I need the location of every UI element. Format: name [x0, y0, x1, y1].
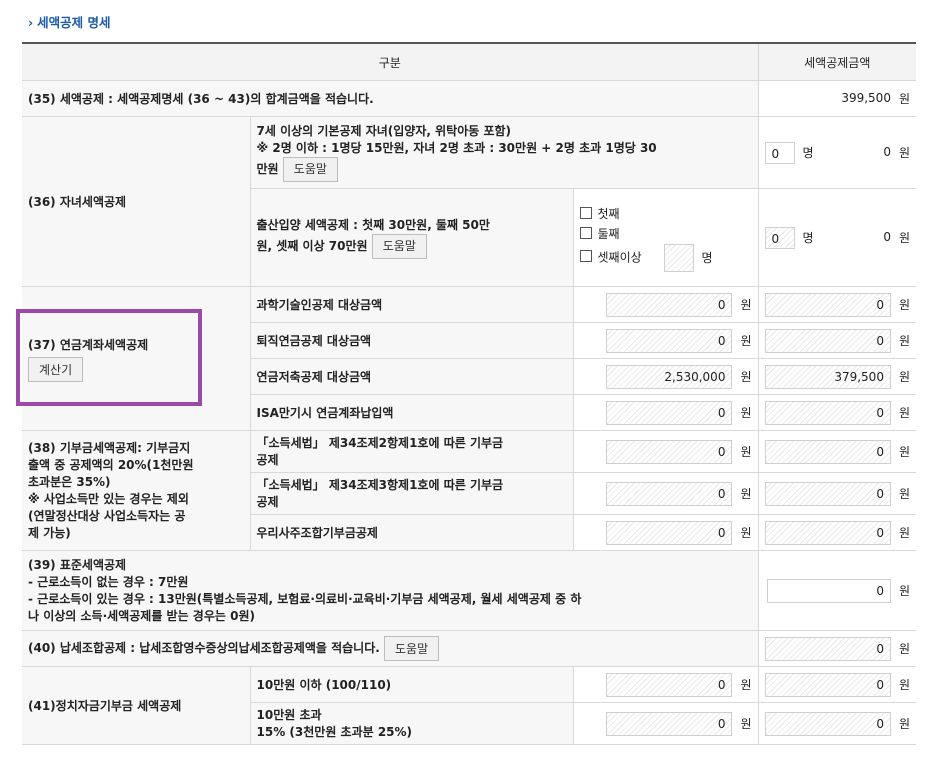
credit-amount-field: 0 [764, 328, 891, 353]
row35-label: (35) 세액공제 : 세액공제명세 (36 ~ 43)의 합계금액을 적습니다… [22, 80, 758, 117]
checkbox-first[interactable]: 첫째 [579, 204, 752, 224]
row36-label: (36) 자녀세액공제 [22, 116, 250, 287]
row38-item-label: 우리사주조합기부금공제 [249, 514, 573, 551]
credit-amount-field: 0 [764, 520, 891, 545]
base-amount-input[interactable]: 0 [606, 672, 733, 697]
standard-credit-input[interactable]: 0 [766, 578, 891, 603]
base-amount-input[interactable]: 0 [606, 711, 733, 736]
help-button[interactable]: 도움말 [384, 636, 440, 661]
section-title: › 세액공제 명세 [28, 15, 111, 30]
row36-sub2: 출산입양 세액공제 : 첫째 30만원, 둘째 50만 원, 셋째 이상 70만… [249, 188, 573, 287]
row36-sub2-values: 0명 0원 [757, 188, 916, 287]
credit-amount-field: 379,500 [764, 364, 891, 389]
row38-item-label: 「소득세법」 제34조제2항제1호에 따른 기부금 공제 [249, 430, 573, 473]
row39-label: (39) 표준세액공제 - 근로소득이 없는 경우 : 7만원 - 근로소득이 … [22, 550, 758, 631]
base-amount-input[interactable]: 0 [606, 328, 733, 353]
row36-sub1: 7세 이상의 기본공제 자녀(입양자, 위탁아동 포함) ※ 2명 이하 : 1… [249, 116, 758, 189]
row40-label: (40) 납세조합공제 : 납세조합영수증상의납세조합공제액을 적습니다. 도움… [22, 630, 758, 667]
credit-amount-field: 0 [764, 481, 891, 506]
row36-sub1-values: 0명 0원 [757, 116, 916, 189]
help-button[interactable]: 도움말 [371, 233, 427, 259]
row37-item-label: 연금저축공제 대상금액 [249, 358, 573, 395]
help-button[interactable]: 도움말 [282, 157, 338, 182]
row38-item-label: 「소득세법」 제34조제3항제1호에 따른 기부금 공제 [249, 472, 573, 515]
row41-item-label: 10만원 초과 15% (3천만원 초과분 25%) [249, 702, 573, 745]
credit-amount-field: 0 [764, 672, 891, 697]
base-amount-input[interactable]: 2,530,000 [606, 364, 733, 389]
row37-item-label: 과학기술인공제 대상금액 [249, 286, 573, 323]
row37-item-label: ISA만기시 연금계좌납입액 [249, 394, 573, 431]
checkbox-second[interactable]: 둘째 [579, 224, 752, 244]
child-count-input[interactable]: 0 [764, 141, 795, 164]
highlight-box [16, 309, 202, 406]
birth-order-options: 첫째 둘째 셋째이상 명 [572, 188, 758, 287]
credit-amount-field: 0 [764, 636, 891, 661]
credit-amount-field: 0 [764, 439, 891, 464]
row35-amount: 399,500 원 [757, 80, 916, 117]
checkbox-third-plus[interactable]: 셋째이상 명 [579, 243, 752, 272]
chevron-right-icon: › [28, 15, 34, 30]
base-amount-input[interactable]: 0 [606, 292, 733, 317]
row37-item-label: 퇴직연금공제 대상금액 [249, 322, 573, 359]
row41-item-label: 10만원 이하 (100/110) [249, 666, 573, 703]
base-amount-input[interactable]: 0 [606, 481, 733, 506]
credit-amount-field: 0 [764, 711, 891, 736]
row41-label: (41)정치자금기부금 세액공제 [22, 666, 250, 745]
header-amount: 세액공제금액 [757, 42, 916, 81]
base-amount-input[interactable]: 0 [606, 439, 733, 464]
third-count-input[interactable] [663, 243, 694, 272]
credit-amount-field: 0 [764, 292, 891, 317]
base-amount-input[interactable]: 0 [606, 520, 733, 545]
header-category: 구분 [22, 42, 758, 81]
birth-count-input: 0 [764, 226, 795, 249]
credit-amount-field: 0 [764, 400, 891, 425]
base-amount-input[interactable]: 0 [606, 400, 733, 425]
row38-label: (38) 기부금세액공제: 기부금지 출액 중 공제액의 20%(1천만원 초과분은… [22, 430, 250, 551]
